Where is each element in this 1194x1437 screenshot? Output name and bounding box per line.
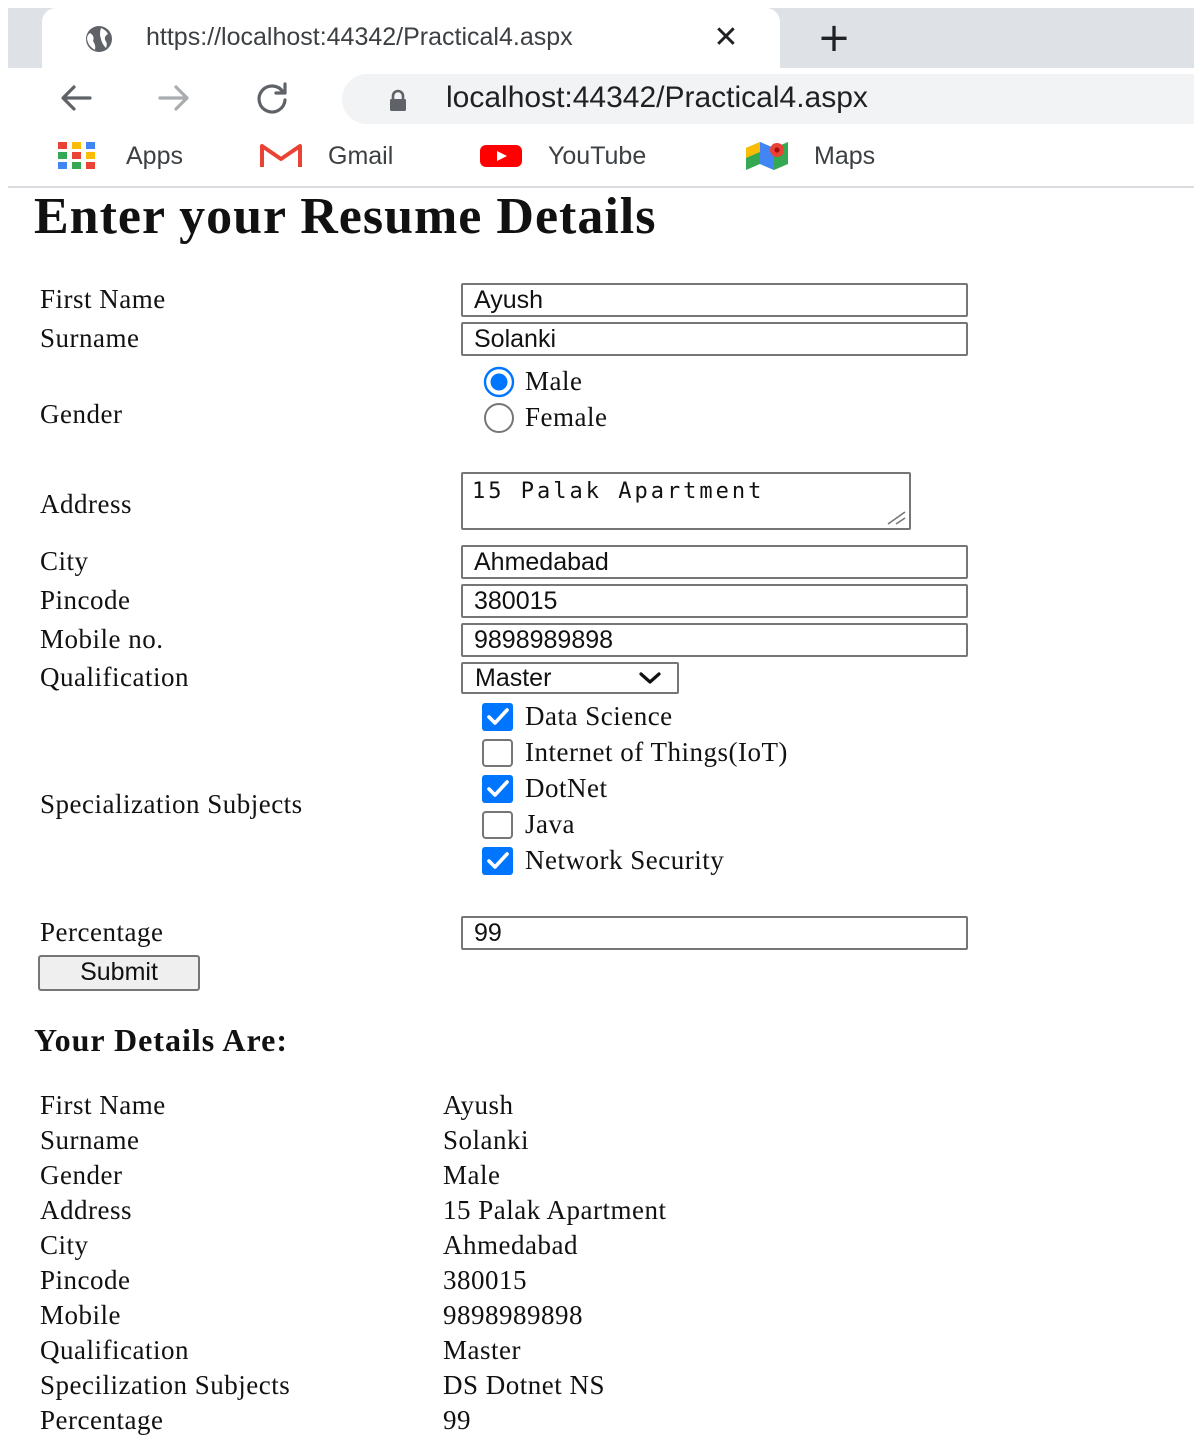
detail-city-value: Ahmedabad — [443, 1230, 578, 1260]
pincode-input[interactable]: 380015 — [461, 584, 968, 618]
data-science-checkbox[interactable] — [481, 701, 515, 733]
resize-grip-icon[interactable] — [884, 511, 906, 525]
tab-close-icon[interactable]: ✕ — [710, 22, 742, 54]
bookmarks-bar: Apps Gmail YouTube Maps — [8, 128, 1194, 184]
percentage-input[interactable]: 99 — [461, 916, 968, 950]
detail-surname-label: Surname — [40, 1125, 140, 1155]
mobile-input[interactable]: 9898989898 — [461, 623, 968, 657]
percentage-label: Percentage — [40, 917, 164, 947]
address-label: Address — [40, 489, 132, 519]
detail-gender-label: Gender — [40, 1160, 123, 1190]
bookmark-label: YouTube — [548, 142, 647, 170]
browser-toolbar: localhost:44342/Practical4.aspx — [8, 68, 1194, 128]
detail-specialization-value: DS Dotnet NS — [443, 1370, 606, 1400]
page-title: Enter your Resume Details — [34, 188, 657, 245]
city-label: City — [40, 546, 89, 576]
globe-icon — [86, 26, 112, 52]
reload-icon[interactable] — [252, 78, 292, 118]
female-option-label[interactable]: Female — [525, 400, 607, 434]
city-input[interactable]: Ahmedabad — [461, 545, 968, 579]
detail-mobile-label: Mobile — [40, 1300, 121, 1330]
chevron-down-icon — [639, 672, 661, 684]
youtube-icon — [480, 145, 522, 167]
bookmark-youtube[interactable]: YouTube — [480, 136, 710, 176]
maps-icon — [746, 142, 788, 170]
pincode-label: Pincode — [40, 585, 131, 615]
gmail-icon — [260, 144, 302, 167]
specialization-label: Specialization Subjects — [40, 789, 303, 819]
surname-label: Surname — [40, 323, 140, 353]
java-checkbox[interactable] — [481, 809, 515, 841]
gender-label: Gender — [40, 399, 123, 429]
address-textarea[interactable]: 15 Palak Apartment — [461, 472, 911, 530]
back-arrow-icon[interactable] — [56, 78, 96, 118]
first-name-label: First Name — [40, 284, 166, 314]
new-tab-button[interactable]: + — [814, 18, 854, 60]
dotnet-label[interactable]: DotNet — [525, 771, 607, 805]
address-text: 15 Palak Apartment — [472, 479, 765, 504]
forward-arrow-icon[interactable] — [154, 78, 194, 118]
tab-title: https://localhost:44342/Practical4.aspx — [146, 23, 573, 51]
detail-qualification-value: Master — [443, 1335, 521, 1365]
detail-first-name-label: First Name — [40, 1090, 166, 1120]
dotnet-checkbox[interactable] — [481, 773, 515, 805]
bookmark-gmail[interactable]: Gmail — [260, 136, 440, 176]
network-security-checkbox[interactable] — [481, 845, 515, 877]
detail-qualification-label: Qualification — [40, 1335, 189, 1365]
lock-icon — [390, 89, 406, 111]
browser-tab[interactable]: https://localhost:44342/Practical4.aspx … — [42, 8, 780, 68]
browser-tab-strip: https://localhost:44342/Practical4.aspx … — [8, 8, 1194, 68]
iot-checkbox[interactable] — [481, 737, 515, 769]
qualification-selected-value: Master — [475, 664, 552, 692]
female-radio[interactable] — [483, 402, 515, 434]
detail-gender-value: Male — [443, 1160, 501, 1190]
detail-address-label: Address — [40, 1195, 132, 1225]
detail-city-label: City — [40, 1230, 89, 1260]
bookmark-maps[interactable]: Maps — [746, 136, 926, 176]
java-label[interactable]: Java — [525, 807, 575, 841]
detail-pincode-label: Pincode — [40, 1265, 131, 1295]
iot-label[interactable]: Internet of Things(IoT) — [525, 735, 788, 769]
qualification-label: Qualification — [40, 662, 189, 692]
male-radio[interactable] — [483, 366, 515, 398]
detail-specialization-label: Specilization Subjects — [40, 1370, 291, 1400]
bookmark-label: Maps — [814, 142, 876, 170]
surname-input[interactable]: Solanki — [461, 322, 968, 356]
bookmark-label: Apps — [126, 142, 183, 170]
first-name-input[interactable]: Ayush — [461, 283, 968, 317]
data-science-label[interactable]: Data Science — [525, 699, 673, 733]
detail-first-name-value: Ayush — [443, 1090, 514, 1120]
network-security-label[interactable]: Network Security — [525, 843, 724, 877]
mobile-label: Mobile no. — [40, 624, 164, 654]
address-bar[interactable]: localhost:44342/Practical4.aspx — [342, 74, 1194, 124]
male-option-label[interactable]: Male — [525, 364, 582, 398]
bookmark-apps[interactable]: Apps — [58, 136, 218, 176]
bookmark-label: Gmail — [328, 142, 394, 170]
address-bar-url[interactable]: localhost:44342/Practical4.aspx — [446, 78, 868, 118]
detail-surname-value: Solanki — [443, 1125, 530, 1155]
submit-button[interactable]: Submit — [38, 955, 200, 991]
details-heading: Your Details Are: — [34, 1022, 289, 1058]
detail-address-value: 15 Palak Apartment — [443, 1195, 667, 1225]
detail-mobile-value: 9898989898 — [443, 1300, 583, 1330]
qualification-select[interactable]: Master — [461, 662, 679, 694]
detail-pincode-value: 380015 — [443, 1265, 527, 1295]
apps-grid-icon — [58, 142, 95, 169]
